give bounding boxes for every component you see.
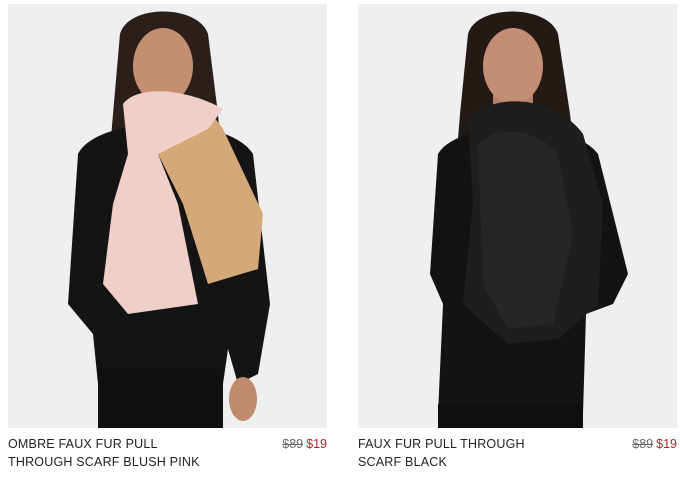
product-name[interactable]: FAUX FUR PULL THROUGH SCARF BLACK: [358, 435, 563, 471]
sale-price: $19: [306, 437, 327, 451]
product-price: $89 $19: [282, 435, 327, 453]
sale-price: $19: [656, 437, 677, 451]
original-price: $89: [632, 437, 654, 451]
product-card: OMBRE FAUX FUR PULL THROUGH SCARF BLUSH …: [8, 4, 327, 487]
product-info: FAUX FUR PULL THROUGH SCARF BLACK $89 $19: [358, 435, 677, 487]
product-info: OMBRE FAUX FUR PULL THROUGH SCARF BLUSH …: [8, 435, 327, 487]
product-card: FAUX FUR PULL THROUGH SCARF BLACK $89 $19: [358, 4, 677, 487]
product-name[interactable]: OMBRE FAUX FUR PULL THROUGH SCARF BLUSH …: [8, 435, 213, 471]
original-price: $89: [282, 437, 304, 451]
product-image-pink-scarf[interactable]: [8, 4, 327, 428]
product-price: $89 $19: [632, 435, 677, 453]
product-grid: OMBRE FAUX FUR PULL THROUGH SCARF BLUSH …: [0, 0, 680, 488]
product-image-black-scarf[interactable]: [358, 4, 677, 428]
